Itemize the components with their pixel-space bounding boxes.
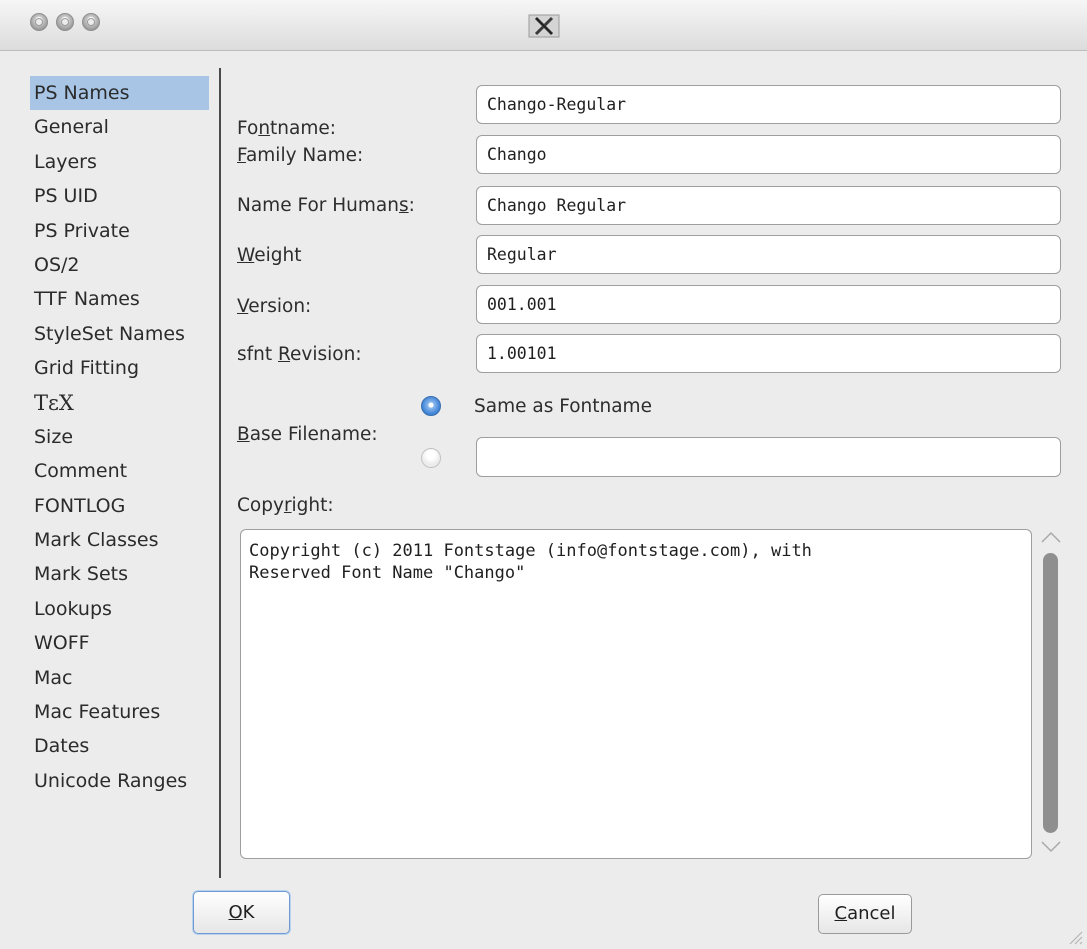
sidebar-item-ps-private[interactable]: PS Private (30, 214, 215, 248)
scroll-up-arrow-icon[interactable] (1040, 530, 1062, 544)
sidebar-item-unicode-ranges[interactable]: Unicode Ranges (30, 764, 215, 798)
copyright-label: Copyright: (237, 495, 334, 516)
ok-mnemonic: O (228, 902, 243, 923)
family-name-label: Family Name: (237, 145, 364, 166)
sidebar-item-styleset-names[interactable]: StyleSet Names (30, 317, 215, 351)
family-name-field[interactable]: Chango (476, 135, 1061, 174)
sidebar-item-lookups[interactable]: Lookups (30, 592, 215, 626)
base-filename-label: Base Filename: (237, 424, 378, 445)
category-list: PS Names General Layers PS UID PS Privat… (30, 76, 215, 836)
sidebar-item-grid-fitting[interactable]: Grid Fitting (30, 351, 215, 385)
fontname-field[interactable]: Chango-Regular (476, 85, 1061, 124)
copyright-scrollbar-thumb[interactable] (1043, 553, 1058, 833)
sidebar-item-mark-classes[interactable]: Mark Classes (30, 523, 215, 557)
maximize-window-button[interactable] (82, 13, 100, 31)
copyright-textarea[interactable]: Copyright (c) 2011 Fontstage (info@fonts… (240, 529, 1032, 859)
x-window-icon (528, 14, 560, 38)
weight-field[interactable]: Regular (476, 235, 1061, 274)
font-info-dialog: PS Names General Layers PS UID PS Privat… (0, 0, 1087, 949)
minimize-window-button[interactable] (56, 13, 74, 31)
cancel-label: ancel (847, 903, 896, 924)
copyright-text: Copyright (c) 2011 Fontstage (info@fonts… (249, 541, 812, 583)
sfnt-revision-label: sfnt Revision: (237, 344, 362, 365)
cancel-button[interactable]: Cancel (818, 894, 912, 934)
sidebar-item-ps-uid[interactable]: PS UID (30, 179, 215, 213)
sidebar-item-mac[interactable]: Mac (30, 661, 215, 695)
pane-divider[interactable] (219, 68, 221, 878)
resize-grip-icon[interactable] (1066, 928, 1084, 946)
version-label: Version: (237, 296, 312, 317)
sidebar-item-fontlog[interactable]: FONTLOG (30, 489, 215, 523)
ok-label: K (242, 902, 255, 923)
weight-label: Weight (237, 245, 302, 266)
sidebar-item-tex[interactable]: TεX (30, 386, 215, 420)
sidebar-item-woff[interactable]: WOFF (30, 626, 215, 660)
fontname-label: Fontname: (237, 118, 336, 139)
cancel-mnemonic: C (834, 903, 848, 924)
same-as-fontname-label[interactable]: Same as Fontname (474, 396, 652, 417)
sidebar-item-os2[interactable]: OS/2 (30, 248, 215, 282)
sidebar-item-ttf-names[interactable]: TTF Names (30, 282, 215, 316)
close-window-button[interactable] (30, 13, 48, 31)
sidebar-item-general[interactable]: General (30, 110, 215, 144)
scroll-down-arrow-icon[interactable] (1040, 840, 1062, 854)
sidebar-item-comment[interactable]: Comment (30, 454, 215, 488)
version-field[interactable]: 001.001 (476, 285, 1061, 324)
name-for-humans-label: Name For Humans: (237, 195, 415, 216)
ok-button[interactable]: OK (193, 891, 290, 934)
sidebar-item-layers[interactable]: Layers (30, 145, 215, 179)
sidebar-item-mac-features[interactable]: Mac Features (30, 695, 215, 729)
sidebar-item-dates[interactable]: Dates (30, 729, 215, 763)
sfnt-revision-field[interactable]: 1.00101 (476, 334, 1061, 373)
sidebar-item-ps-names[interactable]: PS Names (30, 76, 209, 111)
custom-filename-radio[interactable] (421, 448, 441, 468)
sidebar-item-mark-sets[interactable]: Mark Sets (30, 557, 215, 591)
name-for-humans-field[interactable]: Chango Regular (476, 186, 1061, 225)
same-as-fontname-radio[interactable] (421, 396, 441, 416)
base-filename-field[interactable] (476, 437, 1061, 477)
sidebar-item-size[interactable]: Size (30, 420, 215, 454)
title-bar[interactable] (0, 0, 1087, 51)
